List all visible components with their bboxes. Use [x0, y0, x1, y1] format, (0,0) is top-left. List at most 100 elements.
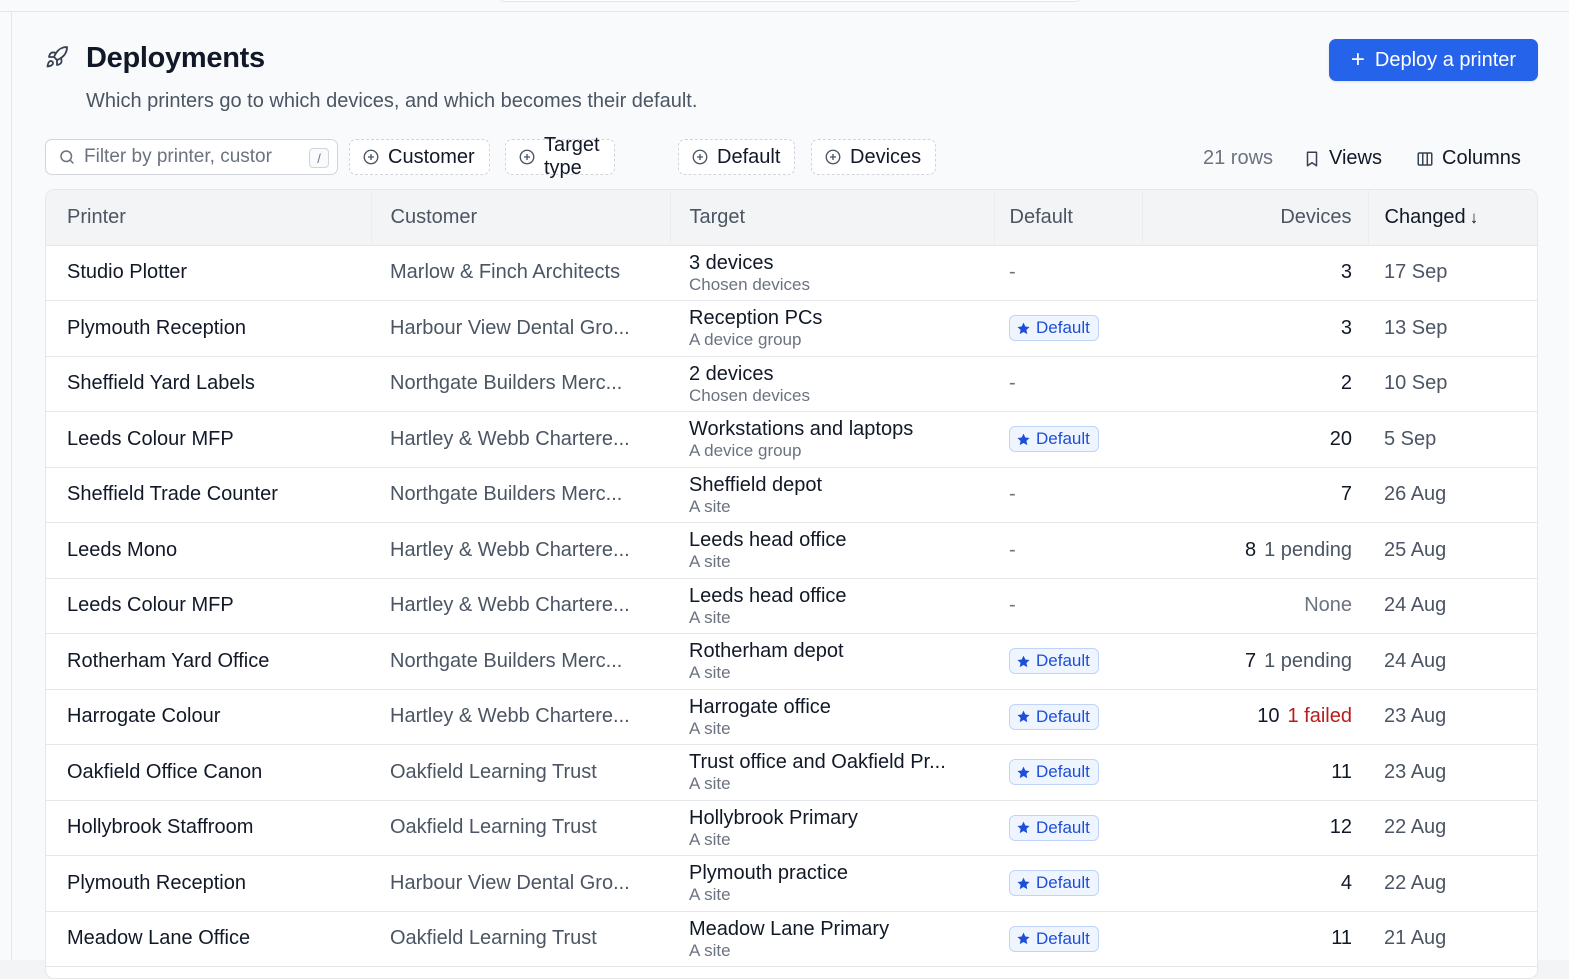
no-default-dash: -	[1009, 594, 1016, 617]
column-header-target[interactable]: Target	[670, 190, 995, 246]
circle-plus-icon	[825, 149, 841, 165]
target-name: Reception PCs	[689, 307, 823, 330]
device-count: 4	[1340, 871, 1352, 894]
target-name: 2 devices	[689, 362, 774, 385]
cell-changed: 24 Aug	[1384, 649, 1447, 672]
bookmark-icon	[1306, 151, 1318, 166]
default-badge-label: Default	[1036, 429, 1090, 448]
default-badge: Default	[1009, 648, 1099, 674]
star-icon	[1017, 433, 1030, 445]
circle-plus-icon	[519, 149, 535, 165]
cell-printer: Leeds Mono	[67, 538, 178, 561]
column-header-printer[interactable]: Printer	[46, 190, 372, 246]
deploy-printer-button[interactable]: + Deploy a printer	[1329, 39, 1538, 81]
cell-target: Hollybrook Primary A site	[670, 800, 994, 856]
table-row[interactable]: Plymouth Reception Harbour View Dental Gr…	[46, 301, 1537, 356]
star-icon	[1017, 322, 1030, 334]
default-badge-label: Default	[1036, 817, 1090, 837]
cell-customer: Hartley & Webb Chartere...	[390, 705, 630, 728]
cell-target: Plymouth practice A site	[670, 856, 994, 912]
table-row[interactable]: Rotherham Yard Office Northgate Builders …	[46, 634, 1537, 690]
table-row[interactable]: Oakfield Office Canon Oakfield Learning T…	[46, 745, 1537, 801]
target-type: A site	[689, 774, 731, 794]
cell-printer: Plymouth Reception	[67, 316, 246, 339]
star-icon	[1017, 766, 1030, 778]
table-row[interactable]: Sheffield Yard Labels Northgate Builders …	[46, 356, 1537, 412]
target-name: Trust office and Oakfield Pr...	[689, 751, 946, 774]
cell-devices: 11	[1142, 911, 1368, 967]
cell-target: Harrogate office A site	[670, 689, 994, 745]
cell-printer: Studio Plotter	[67, 261, 188, 284]
device-count: 8	[1245, 538, 1257, 561]
column-header-customer[interactable]: Customer	[371, 190, 671, 246]
target-name: Workstations and laptops	[689, 418, 914, 441]
cell-changed: 23 Aug	[1384, 705, 1447, 728]
search-icon	[60, 150, 74, 164]
cell-default: Default	[994, 412, 1142, 468]
search-box[interactable]: /	[45, 139, 338, 175]
filter-customer-label: Customer	[388, 145, 475, 168]
target-type: A site	[689, 552, 731, 572]
cell-devices: 7 1 pending	[1142, 634, 1368, 690]
cell-changed: 26 Aug	[1384, 483, 1447, 506]
cell-printer: Oakfield Office Canon	[67, 760, 263, 783]
cell-target: 2 devices Chosen devices	[670, 356, 994, 412]
cell-customer: Oakfield Learning Trust	[390, 760, 597, 783]
cell-devices: 12	[1142, 800, 1368, 856]
cell-default: -	[994, 467, 1142, 523]
cell-devices: 7	[1142, 467, 1368, 523]
cell-devices: 8 1 pending	[1142, 523, 1368, 579]
cell-devices: 3	[1142, 245, 1368, 301]
filter-devices[interactable]: Devices	[811, 139, 937, 175]
no-default-dash: -	[1009, 538, 1016, 561]
table-row[interactable]: Sheffield Trade Counter Northgate Builder…	[46, 467, 1537, 523]
cell-printer: Meadow Lane Office	[67, 927, 251, 950]
views-button[interactable]: Views	[1303, 147, 1382, 170]
table-row[interactable]: Meadow Lane Office Oakfield Learning Trus…	[46, 911, 1537, 967]
circle-plus-icon	[692, 149, 708, 165]
cell-customer: Hartley & Webb Chartere...	[390, 594, 630, 617]
main-content: Deployments Which printers go to which d…	[12, 12, 1569, 979]
target-type: A device group	[689, 441, 802, 461]
cell-target: Meadow Lane Primary A site	[670, 911, 994, 967]
table-row[interactable]: Leeds Colour MFP Hartley & Webb Chartere.…	[46, 578, 1537, 634]
default-badge-label: Default	[1036, 762, 1090, 781]
no-default-dash: -	[1009, 261, 1016, 284]
top-tab-pill[interactable]	[500, 0, 1080, 2]
cell-devices: 4	[1142, 856, 1368, 912]
device-count: 2	[1340, 372, 1352, 395]
plus-icon: +	[1350, 46, 1365, 73]
device-count: 11	[1331, 760, 1352, 783]
device-status: 1 failed	[1287, 705, 1353, 728]
filter-customer[interactable]: Customer	[349, 139, 490, 175]
table-row[interactable]: Studio Plotter Marlow & Finch Architects 3…	[46, 245, 1537, 301]
cell-default: Default	[994, 911, 1142, 967]
table-row[interactable]: Leeds Mono Hartley & Webb Chartere... Leed…	[46, 523, 1537, 579]
cell-default: -	[994, 245, 1142, 301]
column-header-devices[interactable]: Devices	[1142, 190, 1369, 246]
cell-default: Default	[994, 689, 1142, 745]
columns-button[interactable]: Columns	[1416, 147, 1521, 170]
cell-customer: Marlow & Finch Architects	[390, 261, 621, 284]
target-name: Leeds head office	[689, 584, 847, 607]
cell-target: Trust office and Oakfield Pr... A site	[670, 745, 994, 801]
cell-devices: 10 1 failed	[1142, 689, 1368, 745]
cell-default: -	[994, 578, 1142, 634]
search-input[interactable]	[84, 146, 306, 168]
default-badge: Default	[1009, 426, 1099, 452]
table-row[interactable]: Harrogate Colour Hartley & Webb Chartere.…	[46, 689, 1537, 745]
column-header-changed[interactable]: Changed ↓	[1368, 190, 1537, 246]
table-row[interactable]: Leeds Colour MFP Hartley & Webb Chartere.…	[46, 412, 1537, 468]
cell-customer: Hartley & Webb Chartere...	[390, 538, 630, 561]
filter-default[interactable]: Default	[678, 139, 796, 175]
device-count: 3	[1340, 261, 1352, 284]
default-badge-label: Default	[1036, 928, 1090, 948]
table-row[interactable]: Hollybrook Staffroom Oakfield Learning Tr…	[46, 800, 1537, 856]
star-icon	[1017, 655, 1030, 667]
star-icon	[1017, 821, 1030, 834]
filter-target-type[interactable]: Target type	[505, 134, 615, 179]
cell-default: Default	[994, 856, 1142, 912]
table-row[interactable]: Plymouth Reception Harbour View Dental Gr…	[46, 856, 1537, 912]
column-header-default[interactable]: Default	[994, 190, 1143, 246]
device-count: 3	[1340, 316, 1352, 339]
